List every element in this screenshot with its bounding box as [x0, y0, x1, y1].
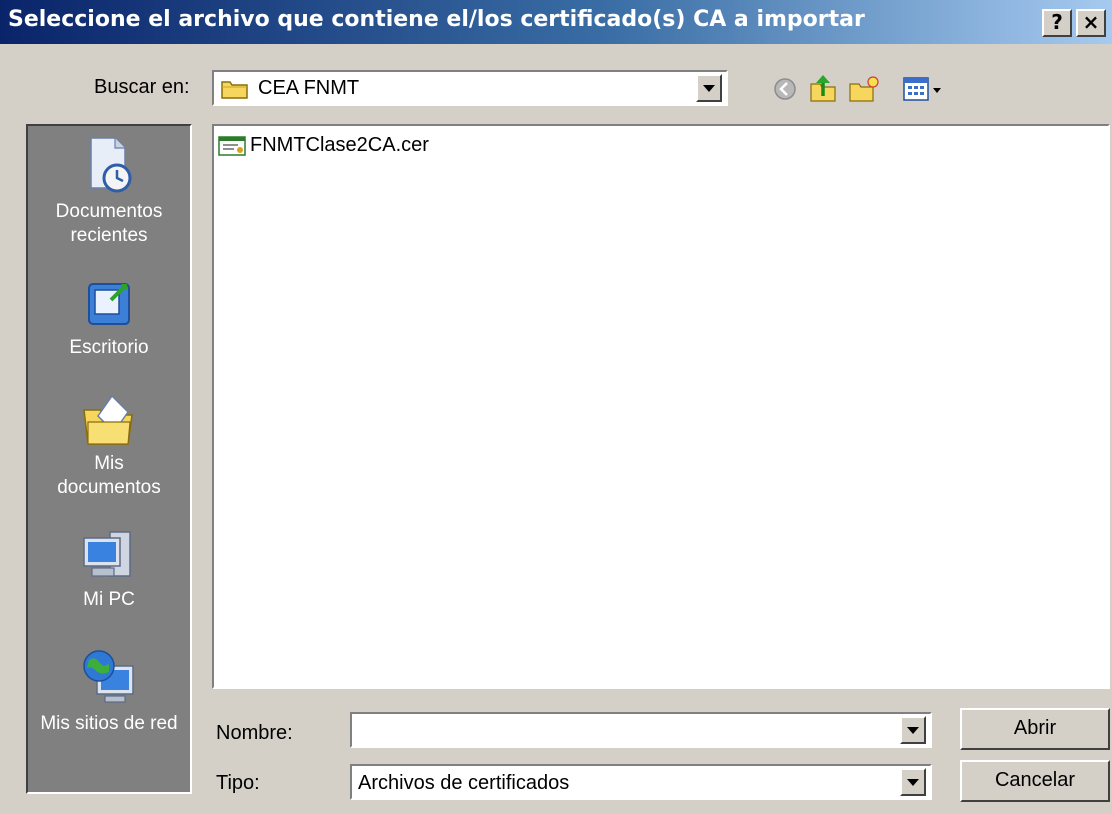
- place-label: Mis sitios de red: [40, 713, 178, 734]
- lookin-label: Buscar en:: [94, 76, 190, 98]
- desktop-icon: [88, 283, 130, 325]
- filetype-dropdown-button[interactable]: [900, 768, 926, 796]
- open-button[interactable]: Abrir: [960, 708, 1110, 750]
- up-folder-icon[interactable]: [808, 72, 838, 104]
- place-network[interactable]: Mis sitios de red: [28, 646, 190, 736]
- certificate-icon: [218, 135, 246, 156]
- window-title: Seleccione el archivo que contiene el/lo…: [8, 7, 865, 32]
- chevron-down-icon: [907, 726, 919, 734]
- view-menu-icon[interactable]: [902, 76, 946, 104]
- places-bar: Documentos recientes Escritorio Mis docu…: [26, 124, 192, 794]
- new-folder-icon[interactable]: [848, 74, 880, 104]
- my-computer-icon: [83, 531, 131, 577]
- place-label: documentos: [57, 477, 161, 498]
- place-desktop[interactable]: Escritorio: [28, 276, 190, 360]
- lookin-combo[interactable]: CEA FNMT: [212, 70, 728, 106]
- help-button[interactable]: ?: [1042, 9, 1072, 37]
- place-label: Escritorio: [69, 337, 149, 358]
- my-documents-icon: [83, 394, 133, 445]
- chevron-down-icon: [907, 778, 919, 786]
- file-name: FNMTClase2CA.cer: [250, 134, 429, 156]
- filename-label: Nombre:: [216, 722, 293, 744]
- place-recent-documents[interactable]: Documentos recientes: [28, 134, 190, 248]
- lookin-value: CEA FNMT: [258, 77, 360, 99]
- place-label: Mis: [94, 453, 124, 474]
- recent-documents-icon: [90, 137, 132, 193]
- filetype-combo[interactable]: Archivos de certificados: [350, 764, 932, 800]
- lookin-dropdown-button[interactable]: [696, 74, 722, 102]
- place-my-computer[interactable]: Mi PC: [28, 528, 190, 612]
- filename-dropdown-button[interactable]: [900, 716, 926, 744]
- filetype-label: Tipo:: [216, 772, 260, 794]
- chevron-down-icon: [703, 84, 715, 92]
- title-bar[interactable]: Seleccione el archivo que contiene el/lo…: [0, 0, 1112, 44]
- cancel-button[interactable]: Cancelar: [960, 760, 1110, 802]
- place-label: Mi PC: [83, 589, 135, 610]
- close-button[interactable]: ×: [1076, 9, 1106, 37]
- network-places-icon: [83, 650, 134, 703]
- filename-combo[interactable]: [350, 712, 932, 748]
- folder-icon: [221, 81, 248, 99]
- back-icon[interactable]: [772, 76, 798, 102]
- place-my-documents[interactable]: Mis documentos: [28, 388, 190, 500]
- place-label: Documentos: [55, 201, 163, 222]
- filetype-value: Archivos de certificados: [358, 772, 570, 794]
- filename-input[interactable]: [354, 716, 894, 744]
- file-list[interactable]: FNMTClase2CA.cer: [212, 124, 1110, 689]
- place-label: recientes: [70, 225, 148, 246]
- list-item[interactable]: FNMTClase2CA.cer: [218, 134, 429, 157]
